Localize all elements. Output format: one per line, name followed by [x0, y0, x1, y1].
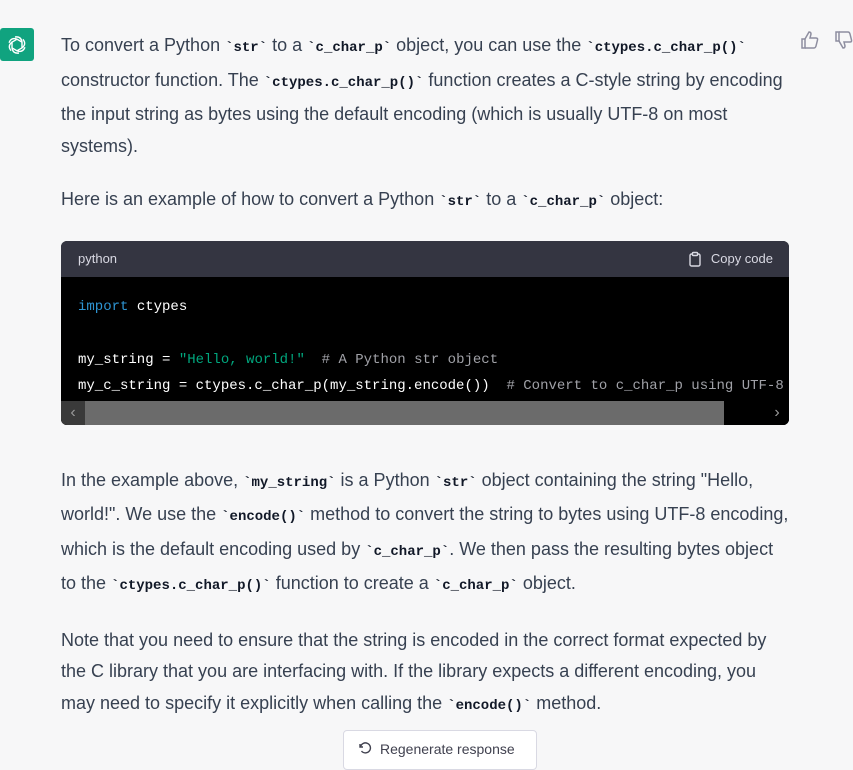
code-block-header: python Copy code	[61, 240, 789, 277]
assistant-message: To convert a Python `str` to a `c_char_p…	[61, 30, 789, 722]
code-language-label: python	[78, 250, 118, 266]
inline-code: `encode()`	[447, 697, 532, 714]
message-paragraph: Note that you need to ensure that the st…	[61, 625, 789, 723]
text: to a	[481, 189, 522, 209]
thumbs-down-icon[interactable]	[834, 30, 853, 50]
copy-code-button[interactable]: Copy code	[687, 243, 773, 275]
inline-code: `str`	[225, 40, 268, 56]
text: constructor function. The	[61, 69, 264, 90]
code-text: my_string =	[78, 351, 179, 368]
code-line: my_c_string = ctypes.c_char_p(my_string.…	[78, 373, 789, 400]
code-text: ctypes	[128, 298, 188, 315]
text: method.	[531, 692, 602, 713]
inline-code: `my_string`	[243, 474, 336, 491]
inline-code: `str`	[439, 194, 482, 210]
text: is a Python	[335, 469, 435, 490]
code-line: import ctypes	[78, 294, 789, 321]
code-block: python Copy code import ctypes my_string…	[61, 240, 789, 425]
inline-code: `str`	[434, 474, 477, 491]
inline-code: `c_char_p`	[433, 578, 518, 594]
code-line: my_string = "Hello, world!" # A Python s…	[78, 347, 789, 374]
horizontal-scrollbar[interactable]: ‹ ›	[61, 400, 789, 425]
text: object, you can use the	[391, 35, 587, 55]
inline-code: `ctypes.c_char_p()`	[111, 578, 271, 594]
inline-code: `c_char_p`	[521, 194, 606, 210]
inline-code: `ctypes.c_char_p()`	[263, 74, 424, 91]
code-comment: # Convert to c_char_p using UTF-8 encodi…	[506, 378, 784, 394]
clipboard-icon	[689, 251, 701, 267]
refresh-icon	[359, 742, 372, 754]
message-paragraph: In the example above, `my_string` is a P…	[61, 465, 789, 603]
chevron-left-icon[interactable]: ‹	[61, 400, 85, 425]
openai-logo-icon	[8, 35, 26, 54]
assistant-avatar	[0, 28, 34, 61]
feedback-buttons	[800, 30, 853, 50]
text: object:	[605, 189, 664, 209]
inline-code: `c_char_p`	[307, 40, 392, 56]
regenerate-response-button[interactable]: Regenerate response	[343, 730, 537, 770]
inline-code: `encode()`	[221, 509, 306, 525]
text: To convert a Python	[61, 35, 226, 55]
scrollbar-track[interactable]	[724, 400, 765, 425]
copy-code-label: Copy code	[710, 250, 773, 266]
text: In the example above,	[61, 469, 244, 490]
message-paragraph: Here is an example of how to convert a P…	[61, 184, 789, 219]
inline-code: `ctypes.c_char_p()`	[586, 40, 746, 56]
text: object.	[517, 573, 576, 593]
inline-code: `c_char_p`	[365, 543, 450, 560]
regenerate-label: Regenerate response	[380, 741, 515, 757]
thumbs-up-icon[interactable]	[800, 30, 820, 50]
code-keyword: import	[78, 298, 129, 315]
scrollbar-thumb[interactable]	[85, 400, 724, 425]
code-comment: # A Python str object	[304, 351, 499, 368]
text: to a	[267, 35, 308, 55]
code-content[interactable]: import ctypes my_string = "Hello, world!…	[61, 277, 789, 401]
text: Note that you need to ensure that the st…	[61, 629, 767, 713]
chevron-right-icon[interactable]: ›	[765, 400, 789, 425]
code-string: "Hello, world!"	[178, 351, 305, 368]
text: Here is an example of how to convert a P…	[61, 189, 440, 209]
code-text: my_c_string = ctypes.c_char_p(my_string.…	[78, 378, 490, 394]
text: function to create a	[270, 573, 434, 593]
message-paragraph: To convert a Python `str` to a `c_char_p…	[61, 30, 789, 162]
